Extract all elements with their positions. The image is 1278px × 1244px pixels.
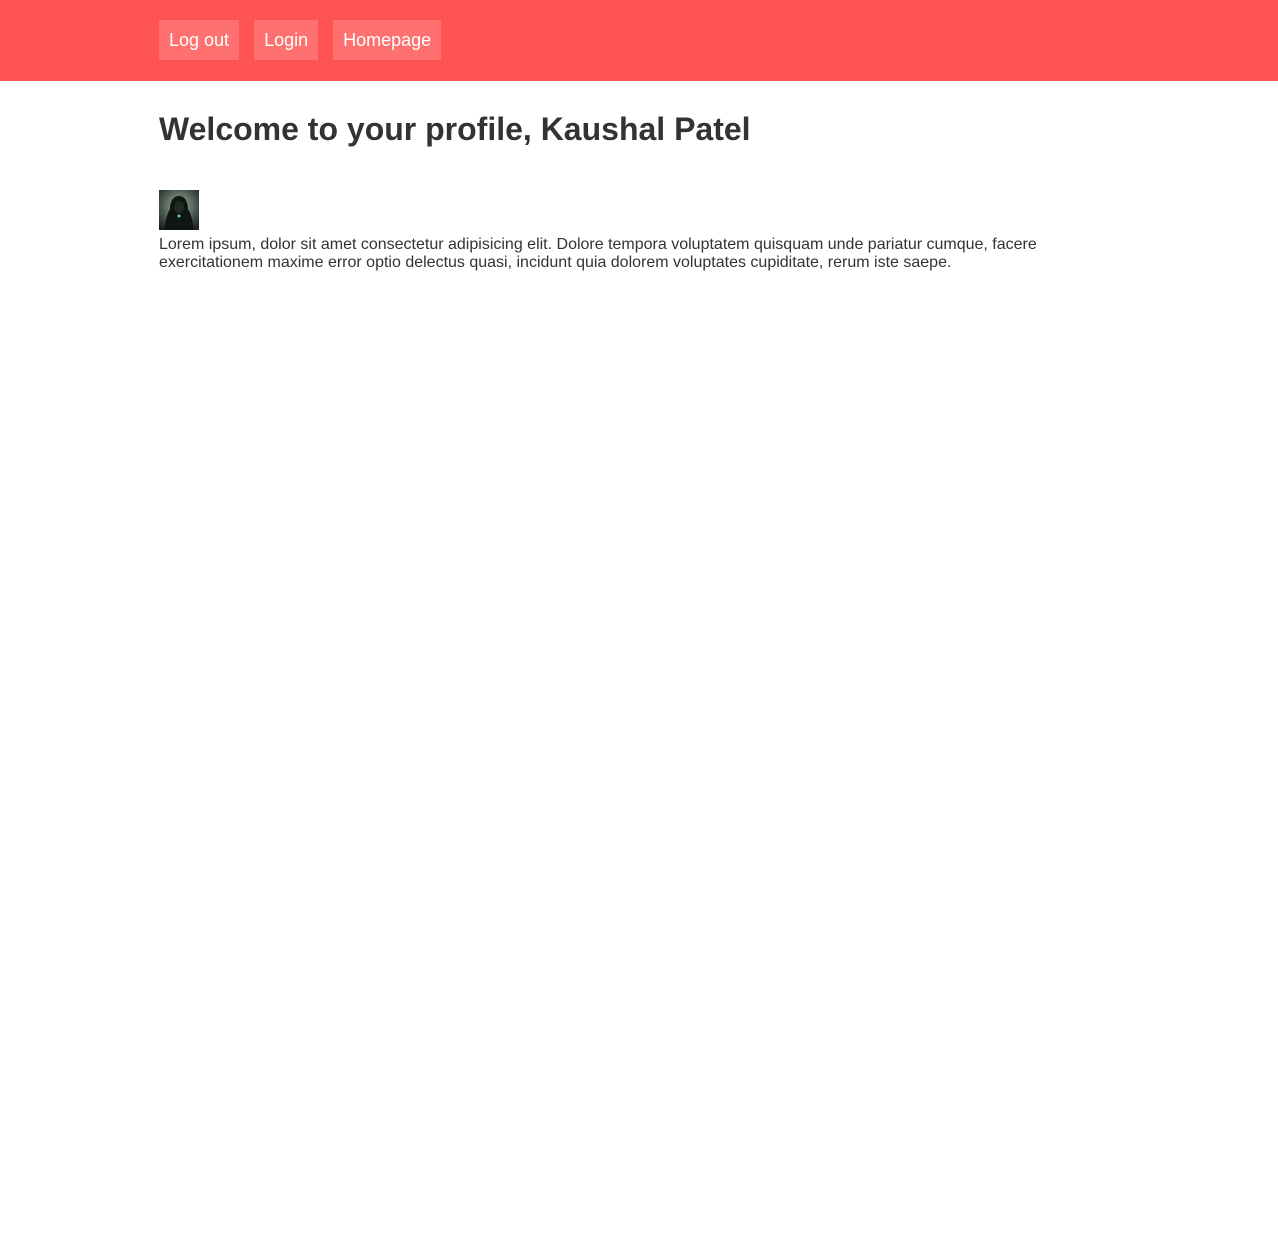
logout-link[interactable]: Log out (159, 20, 240, 60)
page-title: Welcome to your profile, Kaushal Patel (159, 111, 751, 147)
main-nav: Log out Login Homepage (159, 20, 442, 60)
top-navigation-bar: Log out Login Homepage (0, 0, 1278, 81)
profile-bio: Lorem ipsum, dolor sit amet consectetur … (159, 236, 1037, 271)
profile-content: Welcome to your profile, Kaushal Patel L… (159, 81, 1059, 272)
homepage-link[interactable]: Homepage (333, 20, 442, 60)
login-link[interactable]: Login (254, 20, 319, 60)
avatar (159, 190, 199, 230)
